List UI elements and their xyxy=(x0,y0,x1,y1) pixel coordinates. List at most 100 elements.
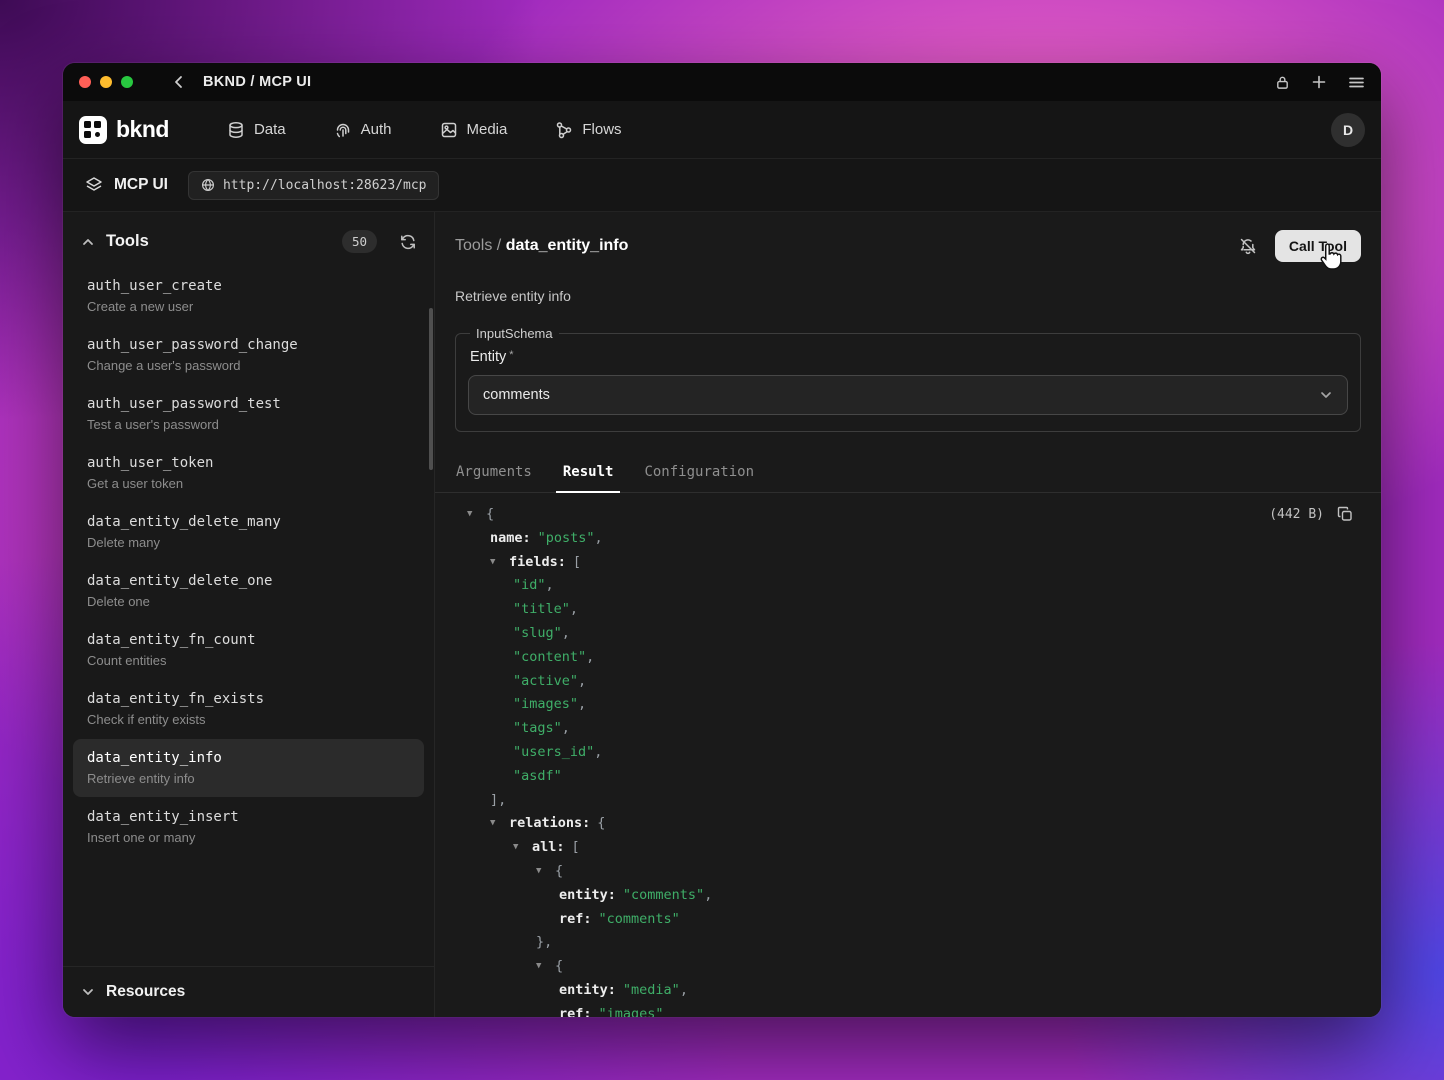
tab-result[interactable]: Result xyxy=(556,454,621,493)
layers-icon xyxy=(85,176,103,194)
notifications-off-button[interactable] xyxy=(1239,237,1257,255)
entity-label-text: Entity xyxy=(470,349,506,365)
json-line: entity:"media", xyxy=(453,979,1381,1003)
bknd-logo[interactable]: bknd xyxy=(79,116,169,144)
tool-name: data_entity_fn_exists xyxy=(87,691,410,707)
json-line: ], xyxy=(453,789,1381,813)
tab-arguments[interactable]: Arguments xyxy=(449,454,539,493)
user-avatar[interactable]: D xyxy=(1331,113,1365,147)
navbar: bknd Data Auth Media Flows D xyxy=(63,101,1381,159)
tool-item-auth_user_create[interactable]: auth_user_createCreate a new user xyxy=(73,267,424,325)
menu-button[interactable] xyxy=(1348,75,1365,90)
tool-item-data_entity_delete_many[interactable]: data_entity_delete_manyDelete many xyxy=(73,503,424,561)
expand-arrow-icon[interactable]: ▼ xyxy=(490,812,509,836)
json-line: "content", xyxy=(453,646,1381,670)
tool-description: Insert one or many xyxy=(87,830,410,845)
json-punct: , xyxy=(595,530,603,546)
json-line: "users_id", xyxy=(453,741,1381,765)
lock-icon[interactable] xyxy=(1275,75,1290,90)
bknd-logo-icon xyxy=(79,116,107,144)
titlebar: BKND / MCP UI xyxy=(63,63,1381,101)
tool-toolbar: Tools / data_entity_info Call Tool xyxy=(435,212,1381,272)
nav-item-label: Flows xyxy=(582,121,621,138)
nav-items: Data Auth Media Flows xyxy=(227,121,622,139)
json-key: name: xyxy=(490,530,531,546)
plus-icon xyxy=(1311,74,1327,90)
tool-name: data_entity_delete_many xyxy=(87,514,410,530)
copy-result-button[interactable] xyxy=(1337,506,1353,522)
collapse-tools-button[interactable] xyxy=(81,235,95,249)
json-line: ▼fields:[ xyxy=(453,551,1381,575)
breadcrumb-root[interactable]: Tools xyxy=(455,237,492,254)
json-punct: , xyxy=(578,673,586,689)
json-line: ref:"images" xyxy=(453,1003,1381,1017)
json-punct: , xyxy=(680,982,688,998)
nav-item-label: Data xyxy=(254,121,286,138)
expand-arrow-icon[interactable]: ▼ xyxy=(490,551,509,575)
nav-item-flows[interactable]: Flows xyxy=(555,121,621,139)
json-punct: { xyxy=(486,506,494,522)
call-tool-button[interactable]: Call Tool xyxy=(1275,230,1361,262)
nav-item-data[interactable]: Data xyxy=(227,121,286,139)
breadcrumb: Tools / data_entity_info xyxy=(455,237,628,255)
tool-item-auth_user_password_change[interactable]: auth_user_password_changeChange a user's… xyxy=(73,326,424,384)
json-string: "comments" xyxy=(599,911,680,927)
tool-description: Check if entity exists xyxy=(87,712,410,727)
json-key: entity: xyxy=(559,887,616,903)
tool-name: auth_user_token xyxy=(87,455,410,471)
expand-arrow-icon[interactable]: ▼ xyxy=(536,860,555,884)
json-string: "posts" xyxy=(538,530,595,546)
json-line: }, xyxy=(453,931,1381,955)
json-key: all: xyxy=(532,839,565,855)
entity-select-value: comments xyxy=(483,387,550,403)
resources-section-header[interactable]: Resources xyxy=(63,966,434,1017)
nav-item-media[interactable]: Media xyxy=(440,121,508,139)
input-schema-legend: InputSchema xyxy=(470,326,559,341)
expand-arrow-icon[interactable]: ▼ xyxy=(536,955,555,979)
json-string: "images" xyxy=(513,696,578,712)
tool-item-data_entity_fn_count[interactable]: data_entity_fn_countCount entities xyxy=(73,621,424,679)
json-key: ref: xyxy=(559,1006,592,1017)
expand-arrow-icon[interactable]: ▼ xyxy=(513,836,532,860)
tool-name: data_entity_delete_one xyxy=(87,573,410,589)
expand-arrow-icon[interactable]: ▼ xyxy=(467,503,486,527)
minimize-window-button[interactable] xyxy=(100,76,112,88)
json-key: fields: xyxy=(509,554,566,570)
chevron-down-icon xyxy=(81,985,95,999)
json-key: ref: xyxy=(559,911,592,927)
breadcrumb-current: data_entity_info xyxy=(506,237,629,254)
desktop: { "window": { "title": "BKND / MCP UI" }… xyxy=(0,0,1444,1080)
tool-item-data_entity_insert[interactable]: data_entity_insert Insert one or many xyxy=(73,798,424,856)
json-punct: , xyxy=(570,601,578,617)
tool-name: data_entity_insert xyxy=(87,809,410,825)
tab-configuration[interactable]: Configuration xyxy=(637,454,761,493)
zoom-window-button[interactable] xyxy=(121,76,133,88)
image-icon xyxy=(440,121,458,139)
json-punct: { xyxy=(597,815,605,831)
tool-item-data_entity_delete_one[interactable]: data_entity_delete_oneDelete one xyxy=(73,562,424,620)
json-punct: , xyxy=(562,720,570,736)
json-string: "asdf" xyxy=(513,768,562,784)
new-tab-button[interactable] xyxy=(1311,74,1327,90)
tool-item-data_entity_fn_exists[interactable]: data_entity_fn_exists Check if entity exi… xyxy=(73,680,424,738)
sidebar-scrollbar[interactable] xyxy=(429,308,433,470)
tool-item-auth_user_token[interactable]: auth_user_tokenGet a user token xyxy=(73,444,424,502)
window-title: BKND / MCP UI xyxy=(203,74,311,90)
nav-item-label: Media xyxy=(467,121,508,138)
traffic-lights xyxy=(79,76,133,88)
tool-item-auth_user_password_test[interactable]: auth_user_password_testTest a user's pas… xyxy=(73,385,424,443)
refresh-tools-button[interactable] xyxy=(400,234,416,250)
back-button[interactable] xyxy=(171,74,187,90)
json-line: "id", xyxy=(453,574,1381,598)
result-tabs: Arguments Result Configuration xyxy=(435,454,1381,493)
close-window-button[interactable] xyxy=(79,76,91,88)
nav-item-auth[interactable]: Auth xyxy=(334,121,392,139)
result-size-label: (442 B) xyxy=(1269,507,1324,522)
entity-select[interactable]: comments xyxy=(468,375,1348,415)
chevron-left-icon xyxy=(171,74,187,90)
required-marker: * xyxy=(509,349,513,361)
tool-description: Count entities xyxy=(87,653,410,668)
fingerprint-icon xyxy=(334,121,352,139)
tool-item-data_entity_info[interactable]: data_entity_infoRetrieve entity info xyxy=(73,739,424,797)
mcp-url-pill[interactable]: http://localhost:28623/mcp xyxy=(188,171,440,200)
